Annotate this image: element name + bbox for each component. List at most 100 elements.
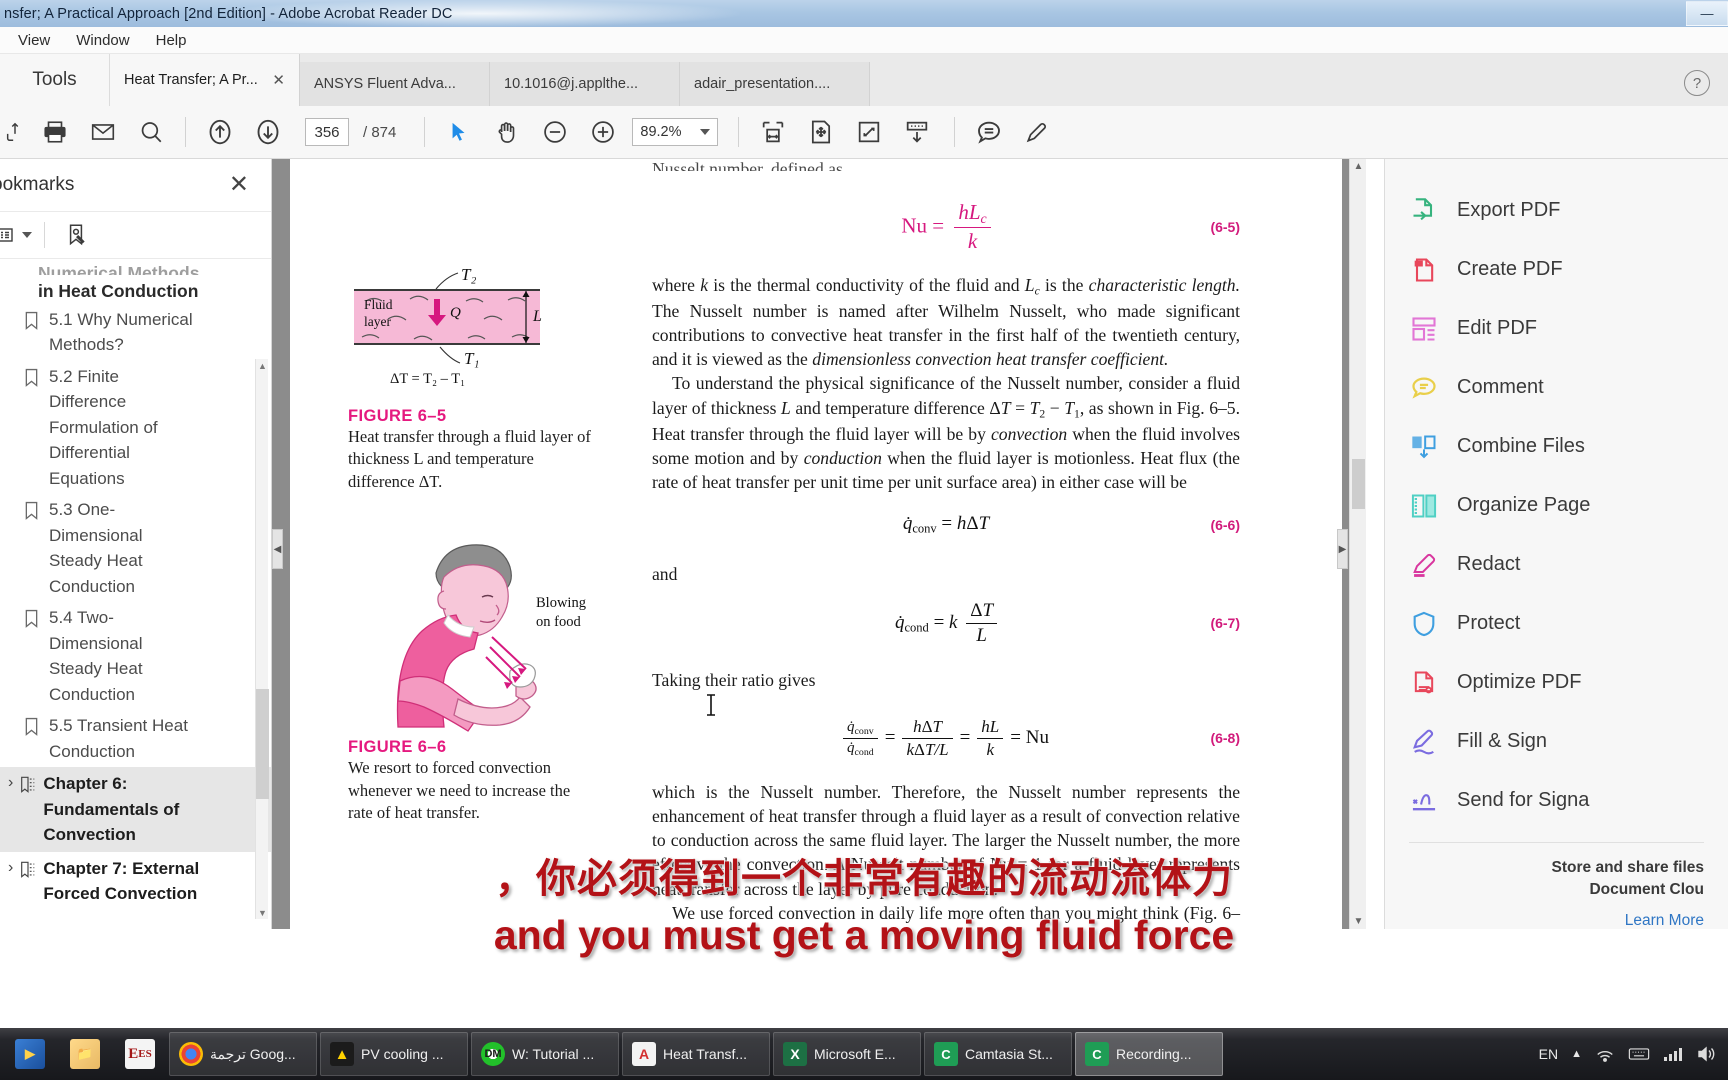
learn-more-link[interactable]: Learn More: [1385, 902, 1728, 930]
bookmark-item-5-4[interactable]: 5.4 Two-Dimensional Steady Heat Conducti…: [0, 602, 271, 710]
expand-chevron-icon[interactable]: ›: [8, 859, 13, 877]
pdf-page[interactable]: T₂ T₁ Fluid layer Q L ΔT = T₂ – T₁ FIGUR…: [290, 159, 1342, 929]
bookmark-item-5-5[interactable]: 5.5 Transient Heat Conduction: [0, 710, 271, 767]
tool-send-for-signature[interactable]: Send for Signa: [1385, 771, 1728, 830]
previous-page-icon[interactable]: [197, 110, 243, 154]
scroll-up-icon[interactable]: ▲: [1354, 161, 1364, 172]
scroll-up-icon[interactable]: ▲: [258, 361, 267, 371]
volume-icon[interactable]: [1696, 1045, 1716, 1063]
file-explorer-icon[interactable]: 📁: [59, 1030, 111, 1078]
tab-adair-presentation[interactable]: adair_presentation....: [680, 62, 870, 106]
tools-button[interactable]: Tools: [0, 54, 110, 106]
tool-comment[interactable]: Comment: [1385, 358, 1728, 417]
save-icon[interactable]: [0, 110, 30, 154]
chevron-down-icon[interactable]: [700, 129, 711, 135]
bookmarks-toolbar-divider: [44, 222, 45, 248]
expand-chevron-icon[interactable]: ›: [8, 774, 13, 792]
bookmark-chapter-6[interactable]: › Chapter 6: Fundamentals of Convection: [0, 767, 271, 852]
taskbar-app-label: Microsoft E...: [814, 1046, 896, 1062]
ratio-label: Taking their ratio gives: [652, 670, 816, 691]
bookmark-item-5-1[interactable]: 5.1 Why Numerical Methods?: [0, 304, 271, 361]
tool-optimize-pdf[interactable]: Optimize PDF: [1385, 653, 1728, 712]
figure-6-5-text: Heat transfer through a fluid layer of t…: [348, 427, 591, 491]
tool-edit-pdf[interactable]: Edit PDF: [1385, 299, 1728, 358]
page-number-input[interactable]: 356: [305, 118, 349, 146]
tray-language[interactable]: EN: [1539, 1046, 1558, 1062]
media-player-icon[interactable]: ▶: [4, 1030, 56, 1078]
hand-tool-icon[interactable]: [484, 110, 530, 154]
show-hidden-icons-icon[interactable]: ▲: [1571, 1048, 1582, 1060]
tool-redact[interactable]: Redact: [1385, 535, 1728, 594]
tab-close-icon[interactable]: ✕: [272, 71, 285, 89]
bookmark-options-icon[interactable]: [0, 215, 36, 255]
search-icon[interactable]: [128, 110, 174, 154]
ees-icon[interactable]: E ES: [114, 1030, 166, 1078]
taskbar-app-recording[interactable]: C Recording...: [1075, 1032, 1223, 1076]
minimize-button[interactable]: —: [1686, 1, 1728, 26]
tool-organize-pages[interactable]: Organize Page: [1385, 476, 1728, 535]
zoom-level-select[interactable]: 89.2%: [632, 118, 719, 146]
taskbar-app-acrobat[interactable]: A Heat Transf...: [622, 1032, 770, 1076]
comment-icon[interactable]: [966, 110, 1012, 154]
equation-6-8-body: q̇conv q̇cond = hΔT kΔT/L = hL k = Nu: [843, 717, 1049, 760]
right-panel-collapse-handle[interactable]: ▶: [1337, 529, 1348, 569]
highlight-icon[interactable]: [1014, 110, 1060, 154]
bookmark-item-5-3[interactable]: 5.3 One-Dimensional Steady Heat Conducti…: [0, 494, 271, 602]
document-scroll-thumb[interactable]: [1352, 459, 1365, 509]
tool-label: Redact: [1457, 553, 1521, 575]
organize-pages-icon: [1409, 491, 1439, 521]
system-tray: EN ▲: [1539, 1045, 1728, 1063]
fit-width-icon[interactable]: [750, 110, 796, 154]
tool-combine-files[interactable]: Combine Files: [1385, 417, 1728, 476]
email-icon[interactable]: [80, 110, 126, 154]
tab-ansys-fluent[interactable]: ANSYS Fluent Adva...: [300, 62, 490, 106]
close-icon[interactable]: ✕: [229, 173, 249, 197]
scroll-mode-icon[interactable]: [894, 110, 940, 154]
bookmark-item-5-2[interactable]: 5.2 Finite Difference Formulation of Dif…: [0, 361, 271, 495]
scroll-down-icon[interactable]: ▼: [1354, 916, 1364, 927]
bookmark-chapter-7[interactable]: › Chapter 7: External Forced Convection: [0, 852, 271, 911]
tool-export-pdf[interactable]: Export PDF: [1385, 181, 1728, 240]
chapter-icon: [19, 860, 37, 884]
network-icon[interactable]: [1595, 1045, 1615, 1063]
new-bookmark-icon[interactable]: [53, 215, 99, 255]
print-icon[interactable]: [32, 110, 78, 154]
tool-fill-and-sign[interactable]: Fill & Sign: [1385, 712, 1728, 771]
taskbar-app-ansys[interactable]: ▲ PV cooling ...: [320, 1032, 468, 1076]
signal-icon[interactable]: [1663, 1046, 1683, 1062]
next-page-icon[interactable]: [245, 110, 291, 154]
menu-item-view[interactable]: View: [8, 29, 60, 52]
store-share-text: Store and share files Document Clou: [1385, 857, 1728, 902]
zoom-in-icon[interactable]: [580, 110, 626, 154]
chevron-down-icon[interactable]: [21, 232, 32, 238]
zoom-out-icon[interactable]: [532, 110, 578, 154]
tab-heat-transfer[interactable]: Heat Transfer; A Pr... ✕: [110, 54, 300, 106]
bookmarks-list[interactable]: Numerical Methods in Heat Conduction 5.1…: [0, 259, 271, 923]
menu-item-help[interactable]: Help: [146, 29, 197, 52]
main-toolbar: 356 / 874 89.2%: [0, 106, 1728, 159]
help-icon[interactable]: ?: [1684, 70, 1710, 96]
bookmarks-scroll-thumb[interactable]: [256, 689, 269, 799]
tab-applthe[interactable]: 10.1016@j.applthe...: [490, 62, 680, 106]
taskbar-app-chrome[interactable]: ترجمة Goog...: [169, 1032, 317, 1076]
tool-label: Optimize PDF: [1457, 671, 1582, 693]
document-viewer[interactable]: T₂ T₁ Fluid layer Q L ΔT = T₂ – T₁ FIGUR…: [272, 159, 1366, 929]
tool-create-pdf[interactable]: Create PDF: [1385, 240, 1728, 299]
tool-label: Create PDF: [1457, 258, 1563, 280]
taskbar-app-dm[interactable]: DM W: Tutorial ...: [471, 1032, 619, 1076]
fullscreen-icon[interactable]: [846, 110, 892, 154]
taskbar-app-excel[interactable]: X Microsoft E...: [773, 1032, 921, 1076]
keyboard-icon[interactable]: [1628, 1046, 1650, 1062]
clipped-top-line: Nusselt number, defined as: [652, 159, 843, 171]
left-panel-collapse-handle[interactable]: ◀: [272, 529, 283, 569]
label-l: L: [533, 308, 542, 325]
fit-page-icon[interactable]: [798, 110, 844, 154]
menu-item-window[interactable]: Window: [66, 29, 139, 52]
taskbar-app-camtasia[interactable]: C Camtasia St...: [924, 1032, 1072, 1076]
tool-protect[interactable]: Protect: [1385, 594, 1728, 653]
document-scrollbar[interactable]: ▲ ▼: [1349, 159, 1366, 929]
bookmarks-scrollbar[interactable]: ▲ ▼: [255, 359, 269, 919]
select-tool-icon[interactable]: [436, 110, 482, 154]
paragraph-4: We use forced convection in daily life m…: [652, 902, 1240, 929]
scroll-down-icon[interactable]: ▼: [258, 908, 267, 918]
